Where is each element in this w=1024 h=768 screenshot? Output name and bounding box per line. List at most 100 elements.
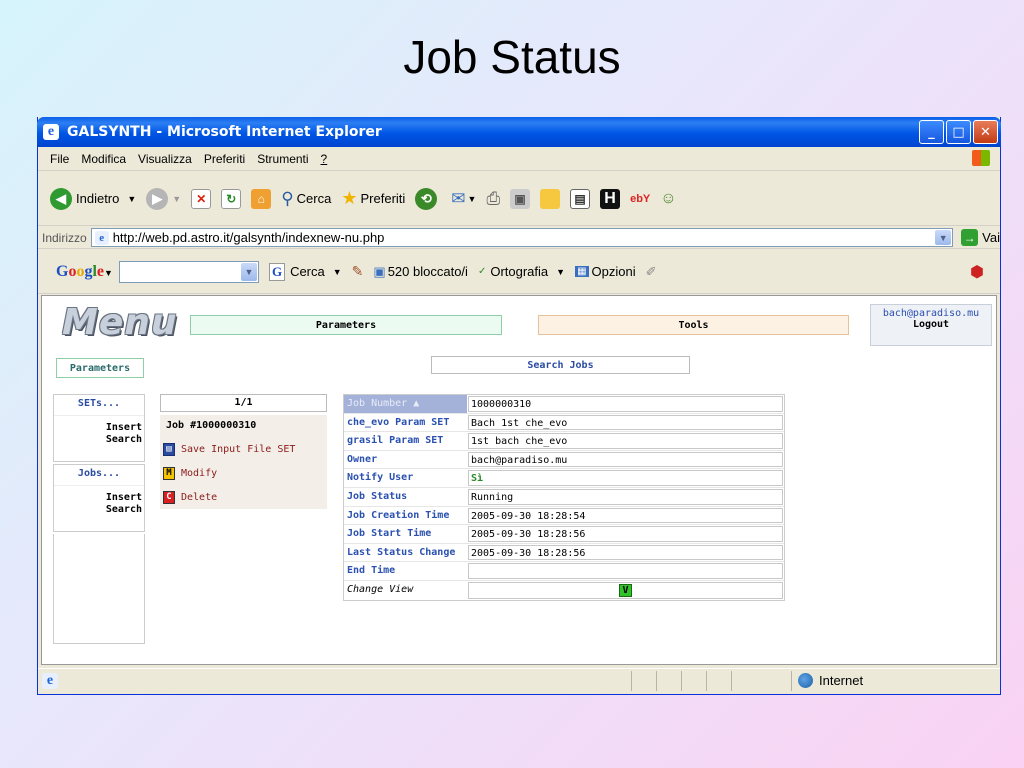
logout-link[interactable]: Logout (871, 319, 991, 330)
search-jobs-button[interactable]: Search Jobs (431, 356, 690, 374)
back-dropdown-icon[interactable]: ▼ (127, 194, 136, 204)
status-cell (656, 670, 681, 691)
sets-search-link[interactable]: Search (54, 434, 144, 446)
stop-icon[interactable]: ✕ (191, 188, 212, 209)
zone-label: Internet (819, 673, 864, 688)
che-evo-param-label: che_evo Param SET (347, 416, 450, 428)
owner-label: Owner (347, 453, 378, 465)
google-search-dropdown-icon[interactable]: ▼ (333, 267, 342, 277)
refresh-icon[interactable]: ↻ (221, 188, 242, 209)
popup-blocker[interactable]: ▣ 520 bloccato/i (373, 264, 468, 280)
google-dropdown-icon[interactable]: ▼ (240, 262, 257, 281)
owner-value: bach@paradiso.mu (468, 451, 783, 468)
jobs-search-link[interactable]: Search (54, 504, 144, 516)
job-status-label: Job Status (347, 490, 408, 502)
table-row: grasil Param SET 1st bach che_evo (344, 432, 784, 451)
back-label: Indietro (76, 191, 120, 206)
popup-blocker-icon: ▣ (373, 263, 386, 279)
folder-icon[interactable] (540, 188, 561, 209)
print-icon[interactable]: ⎙ (486, 189, 500, 209)
menu-preferiti[interactable]: Preferiti (204, 152, 245, 166)
spellcheck-label: Ortografia (490, 264, 549, 279)
maximize-button[interactable]: □ (946, 120, 971, 144)
zone-cell: Internet (791, 670, 991, 691)
search-button[interactable]: ⚲ Cerca (281, 189, 331, 209)
favorites-label: Preferiti (360, 191, 406, 206)
edit-icon[interactable]: ▣ (510, 188, 531, 209)
address-field[interactable]: e http://web.pd.astro.it/galsynth/indexn… (90, 228, 954, 247)
calculator-icon[interactable]: ▤ (570, 188, 591, 209)
user-email[interactable]: bach@paradiso.mu (871, 308, 991, 319)
google-logo[interactable]: Google▼ (56, 263, 113, 281)
job-id: Job #1000000310 (160, 415, 327, 437)
options-button[interactable]: ▦ Opzioni (575, 264, 636, 279)
google-search-button[interactable]: G Cerca ▼ (268, 262, 342, 281)
table-row: Job Creation Time 2005-09-30 18:28:54 (344, 507, 784, 526)
home-icon[interactable]: ⌂ (251, 188, 272, 209)
pagerank-icon[interactable]: ✎ (352, 263, 364, 280)
menu-strumenti[interactable]: Strumenti (257, 152, 308, 166)
menu-modifica[interactable]: Modifica (81, 152, 126, 166)
jobs-heading[interactable]: Jobs... (54, 465, 144, 486)
status-cell (706, 670, 731, 691)
favorites-button[interactable]: ★ Preferiti (341, 188, 405, 209)
status-cell (631, 670, 656, 691)
modify-icon: M (163, 466, 175, 480)
change-view-button[interactable]: V (619, 583, 632, 597)
table-row: Job Start Time 2005-09-30 18:28:56 (344, 525, 784, 544)
h-icon[interactable]: H (600, 188, 621, 209)
title-bar[interactable]: e GALSYNTH - Microsoft Internet Explorer… (37, 117, 1001, 147)
user-box: bach@paradiso.mu Logout (870, 304, 992, 346)
sidebar-parameters[interactable]: Parameters (56, 358, 144, 378)
page-content: Menu Parameters Tools bach@paradiso.mu L… (41, 295, 997, 665)
messenger-icon[interactable]: ☺ (660, 190, 676, 208)
spellcheck-button[interactable]: ✓ Ortografia ▼ (478, 264, 565, 279)
menu-file[interactable]: File (50, 152, 69, 166)
sidebar-jobs: Jobs... Insert Search (53, 464, 145, 532)
highlight-pen-icon[interactable]: ✐ (646, 264, 657, 280)
change-view-label: Change View (347, 583, 414, 595)
modify-action[interactable]: M Modify (160, 461, 327, 485)
change-view-cell: V (468, 581, 783, 599)
tab-parameters[interactable]: Parameters (190, 315, 502, 335)
job-number-header[interactable]: Job Number ▲ (344, 395, 467, 413)
save-icon: ▤ (163, 442, 175, 456)
sets-insert-link[interactable]: Insert (54, 422, 144, 434)
options-icon: ▦ (575, 266, 589, 277)
address-url: http://web.pd.astro.it/galsynth/indexnew… (112, 230, 385, 245)
forward-button[interactable]: ▶ ▼ (146, 187, 181, 210)
menu-help[interactable]: ? (321, 152, 328, 166)
delete-action[interactable]: C Delete (160, 485, 327, 509)
ebay-icon[interactable]: ebY (630, 193, 650, 205)
google-search-input[interactable]: ▼ (118, 260, 259, 283)
spellcheck-dropdown-icon[interactable]: ▼ (556, 267, 565, 277)
end-time-value (468, 563, 783, 579)
mail-icon[interactable]: ✉ (451, 189, 465, 209)
sets-heading[interactable]: SETs... (54, 395, 144, 416)
back-button[interactable]: ◀ Indietro ▼ (50, 187, 136, 210)
go-button[interactable]: → Vai (961, 229, 1000, 246)
status-cell (731, 670, 791, 691)
table-row: Job Number ▲ 1000000310 (344, 395, 784, 414)
save-input-file-action[interactable]: ▤ Save Input File SET (160, 437, 327, 461)
table-row: Last Status Change 2005-09-30 18:28:56 (344, 544, 784, 563)
che-evo-param-value: Bach 1st che_evo (468, 414, 783, 431)
minimize-button[interactable]: _ (919, 120, 944, 144)
globe-icon (798, 673, 813, 688)
forward-arrow-icon: ▶ (146, 187, 169, 210)
pdf-icon[interactable]: ⬢ (970, 262, 984, 282)
job-start-time-value: 2005-09-30 18:28:56 (468, 526, 783, 542)
mail-dropdown-icon[interactable]: ▼ (468, 194, 477, 204)
tab-tools[interactable]: Tools (538, 315, 849, 335)
menu-bar: File Modifica Visualizza Preferiti Strum… (38, 147, 1000, 171)
address-dropdown-icon[interactable]: ▼ (935, 230, 952, 245)
end-time-label: End Time (347, 565, 396, 577)
address-label: Indirizzo (42, 230, 87, 245)
go-arrow-icon: → (961, 229, 979, 246)
jobs-insert-link[interactable]: Insert (54, 492, 144, 504)
pager: 1/1 (160, 394, 327, 412)
forward-dropdown-icon[interactable]: ▼ (172, 194, 181, 204)
close-button[interactable]: ✕ (973, 120, 998, 144)
history-icon[interactable]: ⟲ (415, 187, 438, 210)
menu-visualizza[interactable]: Visualizza (138, 152, 192, 166)
